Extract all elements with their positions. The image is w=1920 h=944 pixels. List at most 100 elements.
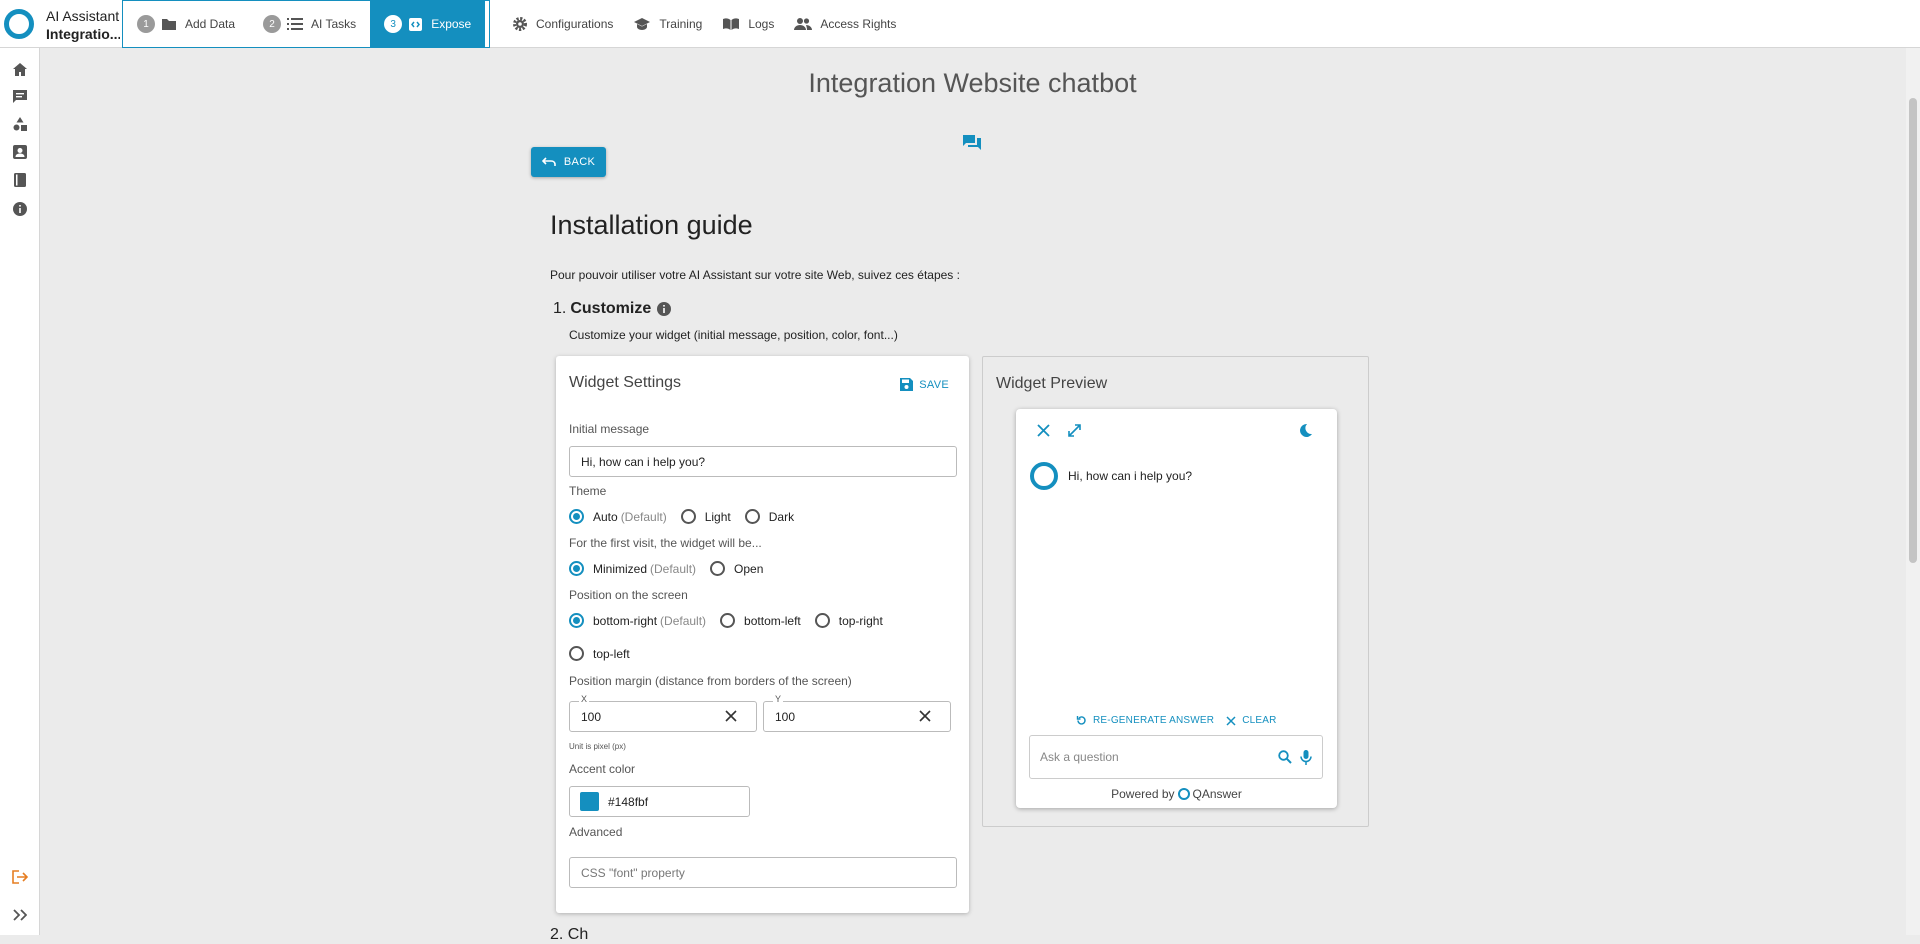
list-icon (287, 17, 304, 31)
app-title[interactable]: AI Assistant Integratio... (40, 4, 120, 44)
app-name: AI Assistant (46, 8, 120, 24)
nav-label: Configurations (536, 17, 614, 31)
regenerate-label: RE-GENERATE ANSWER (1093, 715, 1215, 726)
guide-title: Installation guide (550, 210, 753, 240)
theme-option-light[interactable]: Light (680, 509, 731, 524)
step-expose[interactable]: 3 Expose (370, 1, 486, 47)
step-ai-tasks[interactable]: 2 AI Tasks (249, 1, 370, 47)
first-visit-option-open[interactable]: Open (710, 561, 763, 576)
book-icon[interactable] (11, 171, 29, 189)
people-icon (794, 17, 813, 31)
scrollbar-thumb[interactable] (1909, 98, 1917, 563)
shapes-icon[interactable] (11, 115, 29, 133)
clear-icon[interactable] (724, 709, 738, 726)
position-option-top-left[interactable]: top-left (569, 646, 630, 661)
back-button[interactable]: BACK (531, 147, 606, 177)
first-visit-option-minimized[interactable]: Minimized (Default) (569, 561, 696, 576)
option-label: Auto (593, 509, 618, 524)
page-scrollbar[interactable] (1906, 48, 1920, 935)
workflow-steps: 1 Add Data 2 AI Tasks 3 Expose (122, 0, 490, 48)
answer-actions: RE-GENERATE ANSWER CLEAR (1076, 715, 1289, 726)
position-radio-group: bottom-right (Default) bottom-left top-ri… (569, 613, 897, 628)
radio-unselected[interactable] (569, 646, 584, 661)
radio-unselected[interactable] (744, 509, 760, 524)
settings-title: Widget Settings (569, 374, 682, 391)
widget-preview-panel: Widget Preview Hi, how can i help you? R… (982, 356, 1369, 827)
initial-message-input[interactable]: Hi, how can i help you? (569, 446, 957, 477)
book-open-icon (722, 17, 740, 31)
clear-button[interactable]: CLEAR (1226, 715, 1276, 726)
theme-label: Theme (569, 484, 607, 498)
step1-title: Customize (570, 300, 652, 317)
step-add-data[interactable]: 1 Add Data (123, 1, 249, 47)
radio-unselected[interactable] (814, 613, 830, 628)
save-icon (900, 378, 914, 391)
radio-selected[interactable] (569, 509, 584, 524)
accent-color-picker[interactable]: #148fbf (569, 786, 750, 817)
position-option-bottom-left[interactable]: bottom-left (720, 613, 801, 628)
chat-widget: Hi, how can i help you? RE-GENERATE ANSW… (1016, 409, 1337, 808)
expand-icon[interactable] (1068, 424, 1081, 437)
step-number: 1 (137, 15, 155, 33)
page-title: Integration Website chatbot (808, 68, 1137, 98)
save-label: SAVE (919, 378, 949, 391)
logout-icon[interactable] (11, 868, 29, 886)
powered-by: Powered by QAnswer (1016, 787, 1337, 801)
microphone-icon[interactable] (1300, 750, 1312, 765)
chat-icon[interactable] (11, 88, 29, 106)
nav-access-rights[interactable]: Access Rights (784, 0, 906, 48)
radio-unselected[interactable] (720, 613, 736, 628)
font-input[interactable]: CSS "font" property (569, 857, 957, 888)
left-sidebar (0, 48, 40, 935)
step1-heading: 1. Customize (553, 300, 672, 318)
brand-name: QAnswer (1192, 787, 1242, 801)
margin-x-field[interactable]: X 100 (569, 694, 757, 732)
color-swatch[interactable] (580, 792, 599, 811)
radio-selected[interactable] (569, 561, 584, 576)
home-icon[interactable] (11, 60, 29, 78)
radio-selected[interactable] (569, 613, 584, 628)
advanced-label: Advanced (569, 825, 623, 839)
top-bar: AI Assistant Integratio... 1 Add Data 2 … (0, 0, 1920, 48)
info-icon[interactable] (11, 200, 29, 218)
folder-icon (161, 17, 177, 31)
nav-configurations[interactable]: Configurations (502, 0, 623, 48)
gear-icon (512, 16, 528, 32)
field-value: 100 (581, 709, 602, 724)
ask-placeholder: Ask a question (1040, 750, 1119, 764)
close-icon[interactable] (1037, 424, 1050, 437)
contact-card-icon[interactable] (11, 143, 29, 161)
nav-logs[interactable]: Logs (712, 0, 784, 48)
accent-color-label: Accent color (569, 762, 636, 776)
dark-mode-icon[interactable] (1298, 423, 1313, 438)
margin-y-field[interactable]: Y 100 (763, 694, 951, 732)
radio-unselected[interactable] (680, 509, 696, 524)
qanswer-logo (1177, 788, 1190, 800)
field-label: Y (773, 694, 784, 704)
project-name: Integratio... (46, 26, 120, 42)
clear-label: CLEAR (1242, 715, 1277, 726)
regenerate-button[interactable]: RE-GENERATE ANSWER (1076, 715, 1214, 726)
search-icon[interactable] (1278, 750, 1292, 764)
position-option-top-right[interactable]: top-right (814, 613, 883, 628)
nav-training[interactable]: Training (623, 0, 712, 48)
step1-number: 1. (553, 300, 567, 317)
theme-option-dark[interactable]: Dark (744, 509, 794, 524)
back-label: BACK (563, 156, 596, 168)
info-icon[interactable] (657, 302, 672, 316)
clear-icon[interactable] (918, 709, 932, 726)
intro-text: Pour pouvoir utiliser votre AI Assistant… (550, 268, 960, 282)
option-label: top-right (838, 613, 883, 628)
theme-option-auto[interactable]: Auto (Default) (569, 509, 667, 524)
radio-unselected[interactable] (710, 561, 726, 576)
refresh-icon (1076, 716, 1086, 725)
position-option-bottom-right[interactable]: bottom-right (Default) (569, 613, 706, 628)
step-label: Add Data (185, 17, 236, 31)
expand-sidebar-icon[interactable] (11, 906, 29, 924)
position-radio-group-row2: top-left (569, 646, 644, 661)
save-button[interactable]: SAVE (900, 378, 949, 391)
app-logo[interactable] (4, 9, 34, 39)
ask-question-input[interactable]: Ask a question (1029, 735, 1323, 779)
option-label: Open (734, 561, 764, 576)
step-label: AI Tasks (311, 17, 357, 31)
